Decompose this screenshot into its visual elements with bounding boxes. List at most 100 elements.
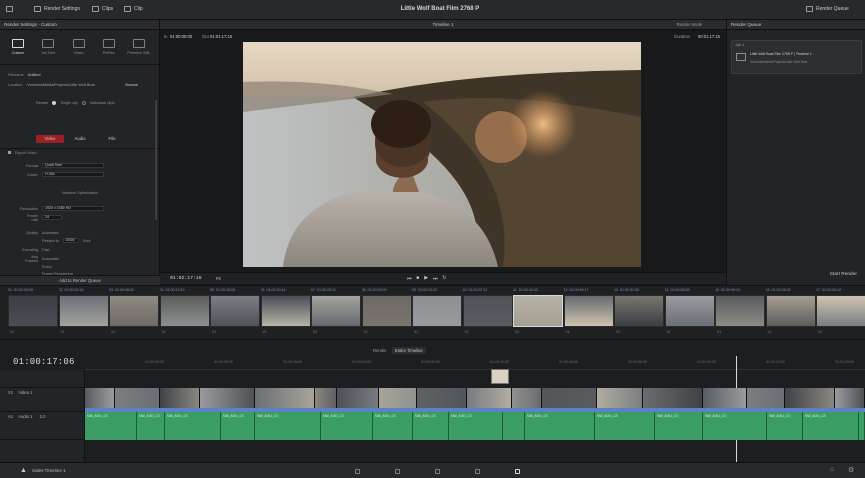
video-clip[interactable] [512,388,542,408]
framerate-select[interactable]: 24 [42,215,62,220]
menu-icon[interactable] [6,6,13,12]
format-select[interactable]: QuickTime [42,163,104,168]
keyframes-automatic-check[interactable]: Automatic [42,257,59,261]
jump-end-icon[interactable]: ⏭ [433,276,437,282]
video-clip[interactable] [643,388,703,408]
video-clip[interactable] [379,388,417,408]
clip-thumbnail[interactable] [210,295,260,327]
page-deliver[interactable] [512,466,522,476]
clip-thumbnail[interactable] [614,295,664,327]
video-clip[interactable] [747,388,785,408]
preset-prores[interactable]: ProRes [95,34,123,60]
clip-thumbnail[interactable] [715,295,765,327]
clip-thumbnail[interactable] [311,295,361,327]
audio-clip[interactable]: MW_A001_C0 [85,412,137,440]
audio-clip[interactable]: MW_A001_C0 [655,412,703,440]
page-color[interactable] [472,466,482,476]
audio-clip[interactable]: MW_A001_C0 [373,412,413,440]
video-clip[interactable] [315,388,337,408]
clip-thumbnail[interactable] [361,295,412,327]
add-to-render-queue-button[interactable]: Add to Render Queue [0,275,160,285]
clip-thumbnail[interactable] [664,295,715,327]
export-video-checkbox[interactable] [8,151,11,154]
video-clip[interactable] [467,388,512,408]
zoom-select[interactable]: Fit [216,276,221,281]
audio-clip[interactable]: MW_A001_C0 [221,412,255,440]
audio-clip[interactable]: MW_A001_C0 [703,412,767,440]
filename-field[interactable]: Untitled [28,73,41,77]
clip-thumbnail[interactable] [159,295,210,327]
title-clip-thumbnail[interactable] [491,369,509,384]
clip-thumbnail[interactable] [260,295,311,327]
video-clip[interactable] [160,388,200,408]
track-header-v1[interactable]: V1 Video 1 [0,388,85,412]
clip-thumbnail[interactable] [816,295,865,327]
tab-audio[interactable]: Audio [66,135,94,143]
quality-restrict-radio[interactable]: Restrict to [42,239,59,243]
individual-clips-radio[interactable] [81,100,86,105]
audio-clip[interactable]: MW_A001_C0 [803,412,859,440]
video-clip[interactable] [115,388,160,408]
video-clip[interactable] [337,388,379,408]
location-field[interactable]: /Volumes/Media/Projects/Little Wolf Boat [26,83,121,87]
viewer-timecode[interactable]: 01:02:17:16 [170,276,202,281]
encoding-select[interactable]: Fast [42,248,49,252]
codec-select[interactable]: H.264 [42,172,104,177]
resolution-select[interactable]: 1920 x 1080 HD [42,206,104,211]
render-queue-toggle[interactable]: Render Queue [806,6,849,12]
stop-icon[interactable]: ■ [416,276,419,282]
audio-clip[interactable]: MW_A001_C0 [255,412,321,440]
clip-thumbnail[interactable] [58,295,109,327]
clip-thumbnail[interactable] [563,295,614,327]
in-timecode[interactable]: 01:00:00:00 [170,34,192,39]
audio-clip[interactable] [503,412,525,440]
preset-premiere-xml[interactable]: Premiere XML [125,34,153,60]
clip-thumbnail[interactable] [8,295,58,327]
video-clip[interactable] [785,388,835,408]
home-icon[interactable]: ⌂ [830,466,834,473]
audio-clip[interactable]: MW_A001_C0 [321,412,373,440]
inspector-toggle[interactable]: Clip [124,6,143,12]
audio-clip[interactable]: MW_A001_C0 [767,412,803,440]
timeline-ruler[interactable]: 01:00:00:00 01:00:08:00 01:00:16:00 01:00:2… [85,356,865,370]
audio-clip[interactable]: MW_A001_C0 [413,412,449,440]
tab-file[interactable]: File [98,135,126,143]
video-clip[interactable] [200,388,255,408]
timeline-timecode[interactable]: 01:00:17:06 [13,357,75,367]
audio-clip[interactable]: MW_A001_C0 [449,412,503,440]
tab-video[interactable]: Video [36,135,64,143]
page-fusion[interactable] [432,466,442,476]
viewer-timeline-tab[interactable]: Timeline 1 [160,22,726,27]
clip-thumbnail[interactable] [513,295,563,327]
browse-button[interactable]: Browse [125,83,138,87]
settings-scrollbar[interactable] [155,100,157,220]
video-clip[interactable] [703,388,747,408]
out-timecode[interactable]: 01:01:17:15 [210,34,232,39]
audio-clip[interactable]: MW_A001_C0 [595,412,655,440]
video-clip[interactable] [542,388,597,408]
video-clip[interactable] [417,388,467,408]
page-media[interactable] [352,466,362,476]
settings-icon[interactable]: ⚙ [848,466,854,474]
preset-vimeo[interactable]: Vimeo [64,34,92,60]
clip-thumbnail[interactable] [462,295,513,327]
video-clip[interactable] [255,388,315,408]
preset-custom[interactable]: Custom [4,34,32,60]
clip-thumbnail[interactable] [765,295,816,327]
track-header-a1[interactable]: A1 Audio 1 2.0 [0,412,85,440]
bitrate-field[interactable]: 10000 [63,238,80,243]
page-edit[interactable] [392,466,402,476]
audio-clip[interactable]: MW_A001_C0 [525,412,595,440]
preset-youtube[interactable]: YouTube [34,34,62,60]
video-clip[interactable] [835,388,865,408]
start-render-button[interactable]: Start Render [830,272,857,277]
jump-start-icon[interactable]: ⏮ [407,276,411,282]
clips-toggle[interactable]: Clips [92,6,113,12]
render-settings-toggle[interactable]: Render Settings [34,6,80,12]
quality-automatic-radio[interactable]: Automatic [42,231,59,235]
render-range-select[interactable]: Entire Timeline [392,347,426,354]
video-clip[interactable] [597,388,643,408]
audio-clip[interactable]: MW_A001_C0 [137,412,165,440]
render-job[interactable]: Job 1 Little Wolf Boat Film 2768 P | Tim… [731,40,862,74]
viewer-video-frame[interactable] [243,42,641,267]
